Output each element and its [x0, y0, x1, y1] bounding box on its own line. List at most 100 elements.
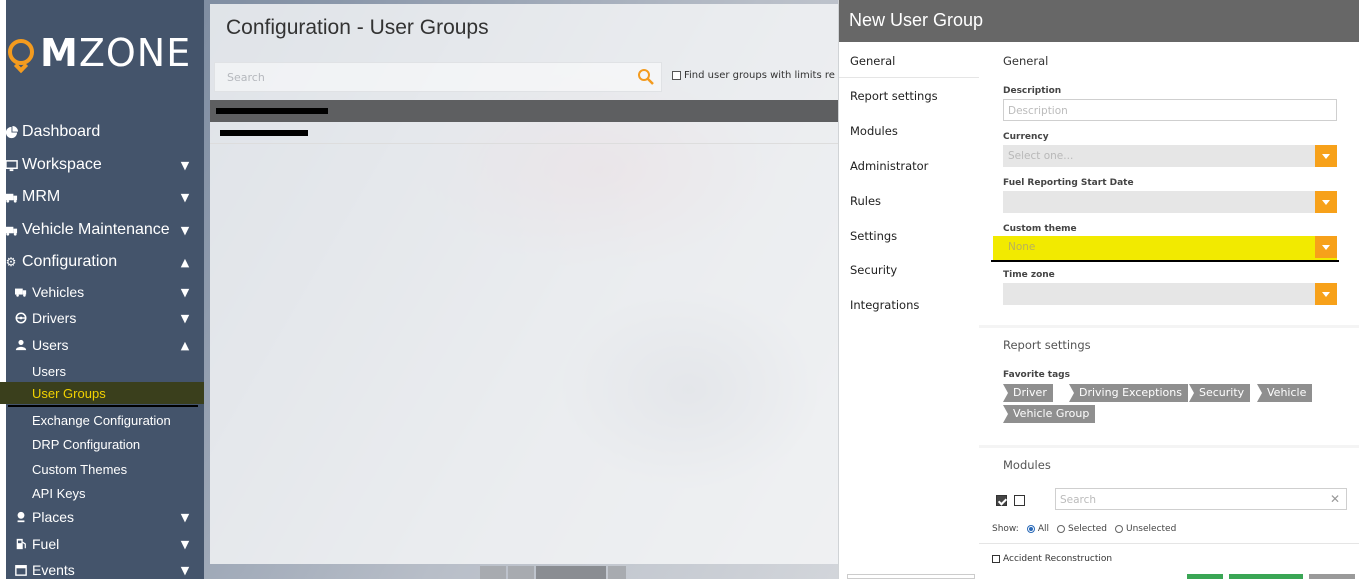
chevron-down-icon[interactable]: ▼	[178, 564, 192, 577]
search-icon[interactable]	[637, 68, 655, 86]
sidebar-item-workspace[interactable]: Workspace ▼	[0, 151, 204, 179]
currency-select[interactable]: Select one...	[1003, 145, 1337, 167]
sidebar-item-dashboard[interactable]: Dashboard	[0, 118, 204, 146]
limits-filter[interactable]: Find user groups with limits re	[672, 70, 835, 81]
dropdown-arrow-icon[interactable]	[1315, 236, 1337, 258]
dropdown-arrow-icon[interactable]	[1315, 191, 1337, 213]
dropdown-arrow-icon[interactable]	[1315, 283, 1337, 305]
chevron-down-icon[interactable]: ▼	[178, 538, 192, 551]
tab-rules[interactable]: Rules	[839, 184, 979, 218]
sidebar-item-configuration[interactable]: ⚙ Configuration ▲	[0, 248, 204, 276]
page-title: Configuration - User Groups	[226, 16, 489, 39]
tag-driver[interactable]: Driver	[1003, 384, 1053, 402]
general-section: General Description Description Currency…	[979, 42, 1359, 325]
tab-integrations[interactable]: Integrations	[839, 288, 979, 322]
sidebar: MZONE Dashboard Workspace ▼ MRM ▼ Vehicl…	[0, 0, 204, 579]
sidebar-item-users[interactable]: Users	[0, 357, 204, 385]
tag-vehicle-group[interactable]: Vehicle Group	[1003, 405, 1096, 423]
main-content: Configuration - User Groups Search Find …	[210, 4, 838, 564]
truck-icon	[4, 223, 18, 237]
fuel-reporting-select[interactable]	[1003, 191, 1337, 213]
panel-body: General Description Description Currency…	[979, 42, 1359, 579]
chevron-down-icon[interactable]: ▼	[178, 191, 192, 204]
tab-security[interactable]: Security	[839, 253, 979, 287]
section-title-general: General	[1003, 54, 1049, 68]
clear-search-icon[interactable]: ✕	[1330, 492, 1340, 506]
tab-settings[interactable]: Settings	[839, 219, 979, 253]
save-button[interactable]	[1187, 574, 1223, 579]
tab-general[interactable]: General	[839, 44, 979, 78]
truck-icon	[14, 285, 28, 299]
monitor-icon	[4, 158, 18, 172]
highlight-underline	[991, 260, 1339, 262]
radio-selected[interactable]	[1057, 525, 1065, 533]
favorite-tags-label: Favorite tags	[1003, 370, 1070, 380]
radio-all[interactable]	[1026, 525, 1035, 533]
sidebar-item-vehicles[interactable]: Vehicles ▼	[0, 278, 204, 306]
mzone-logo[interactable]: MZONE	[6, 28, 191, 78]
sidebar-item-users-group[interactable]: Users ▲	[0, 331, 204, 359]
select-all-checkbox[interactable]	[996, 495, 1007, 506]
module-item[interactable]: Accident Reconstruction	[992, 554, 1112, 564]
truck-icon	[4, 190, 18, 204]
chevron-up-icon[interactable]: ▲	[178, 339, 192, 352]
tag-security[interactable]: Security	[1189, 384, 1251, 402]
chevron-down-icon[interactable]: ▼	[178, 511, 192, 524]
modules-show-filter: Show: All Selected Unselected	[992, 524, 1177, 534]
sidebar-item-events[interactable]: Events ▼	[0, 556, 204, 579]
gear-icon: ⚙	[5, 255, 17, 269]
sidebar-item-vehicle-maintenance[interactable]: Vehicle Maintenance ▼	[0, 216, 204, 244]
time-zone-label: Time zone	[1003, 270, 1055, 280]
fuel-reporting-label: Fuel Reporting Start Date	[1003, 178, 1134, 188]
save-close-button[interactable]	[1229, 574, 1303, 579]
pager-button[interactable]	[480, 566, 506, 579]
section-title-report-settings: Report settings	[1003, 338, 1091, 352]
tag-driving-exceptions[interactable]: Driving Exceptions	[1069, 384, 1188, 402]
chevron-down-icon[interactable]: ▼	[178, 312, 192, 325]
sidebar-item-drp-configuration[interactable]: DRP Configuration	[0, 430, 204, 458]
custom-theme-select[interactable]: None	[993, 236, 1337, 260]
currency-label: Currency	[1003, 132, 1049, 142]
user-icon	[14, 338, 28, 352]
description-field[interactable]: Description	[1003, 99, 1337, 121]
time-zone-select[interactable]	[1003, 283, 1337, 305]
modules-search-input[interactable]: Search ✕	[1055, 488, 1347, 510]
module-checkbox[interactable]	[992, 555, 1000, 563]
pager-button[interactable]	[608, 566, 626, 579]
tab-administrator[interactable]: Administrator	[839, 149, 979, 183]
dropdown-arrow-icon[interactable]	[1315, 145, 1337, 167]
close-button[interactable]	[1309, 574, 1355, 579]
redacted-text	[220, 130, 308, 136]
description-label: Description	[1003, 86, 1062, 96]
pager-button[interactable]	[508, 566, 534, 579]
sidebar-item-fuel[interactable]: Fuel ▼	[0, 530, 204, 558]
location-pin-icon	[6, 33, 36, 74]
tab-modules[interactable]: Modules	[839, 114, 979, 148]
sidebar-item-mrm[interactable]: MRM ▼	[0, 183, 204, 211]
section-title-modules: Modules	[1003, 458, 1051, 472]
divider	[979, 543, 1359, 544]
chevron-down-icon[interactable]: ▼	[178, 224, 192, 237]
panel-title: New User Group	[849, 10, 984, 30]
pie-chart-icon	[4, 125, 18, 139]
cancel-button[interactable]	[847, 574, 975, 579]
calendar-icon	[14, 563, 28, 577]
search-input[interactable]: Search	[214, 62, 662, 92]
sidebar-item-user-groups[interactable]: User Groups	[0, 382, 204, 404]
radio-unselected[interactable]	[1115, 525, 1124, 533]
sidebar-item-drivers[interactable]: Drivers ▼	[0, 304, 204, 332]
chevron-down-icon[interactable]: ▼	[178, 286, 192, 299]
select-none-checkbox[interactable]	[1014, 495, 1025, 506]
chevron-up-icon[interactable]: ▲	[178, 256, 192, 269]
tab-report-settings[interactable]: Report settings	[839, 79, 979, 113]
limits-checkbox[interactable]	[672, 71, 681, 80]
pagination	[480, 566, 628, 579]
pager-button[interactable]	[536, 566, 606, 579]
sidebar-item-places[interactable]: Places ▼	[0, 503, 204, 531]
chevron-down-icon[interactable]: ▼	[178, 159, 192, 172]
tag-vehicle[interactable]: Vehicle	[1257, 384, 1313, 402]
map-pin-icon	[14, 510, 28, 524]
logo-wordmark: MZONE	[40, 31, 192, 75]
panel-tabs: General Report settings Modules Administ…	[839, 42, 979, 579]
report-settings-section: Report settings Favorite tags Driver Dri…	[979, 328, 1359, 445]
